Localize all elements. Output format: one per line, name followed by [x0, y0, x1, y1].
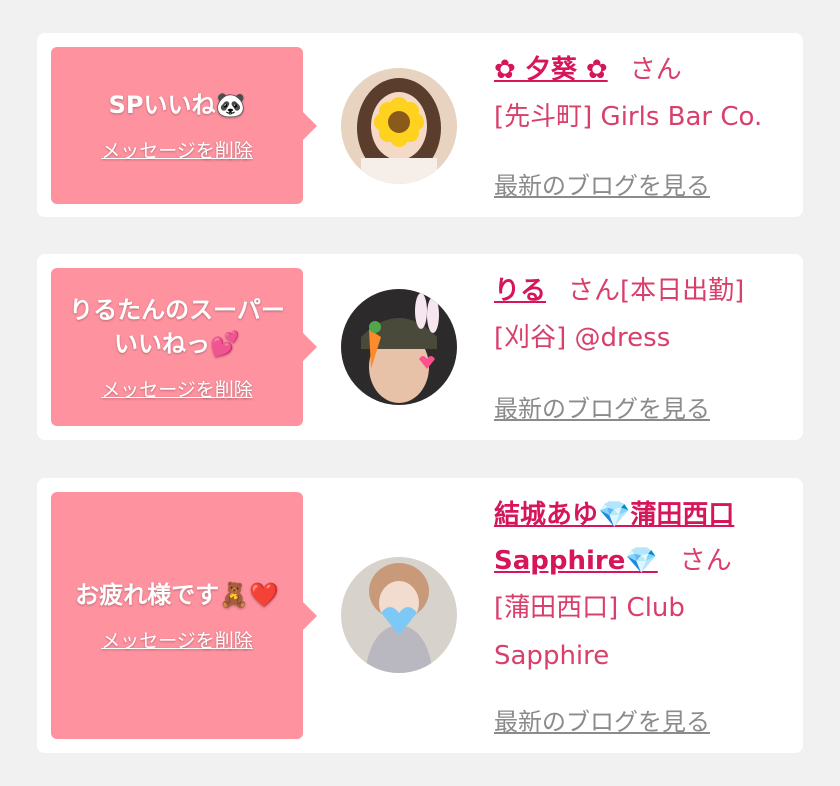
message-text: りるたんのスーパーいいねっ💕 — [69, 295, 285, 358]
latest-blog-link[interactable]: 最新のブログを見る — [494, 702, 710, 737]
message-text: お疲れ様です🧸❤️ — [75, 581, 279, 609]
message-bubble: お疲れ様です🧸❤️ メッセージを削除 — [51, 492, 317, 739]
message-card: SPいいね🐼 メッセージを削除 ✿ 夕葵 ✿ さん [先斗町] Girls Ba… — [37, 33, 803, 217]
avatar[interactable] — [341, 557, 457, 673]
sender-info: ✿ 夕葵 ✿ さん [先斗町] Girls Bar Co. — [494, 47, 794, 141]
sender-name-link[interactable]: りる — [494, 276, 546, 306]
latest-blog-link[interactable]: 最新のブログを見る — [494, 389, 710, 424]
delete-message-link[interactable]: メッセージを削除 — [101, 626, 253, 653]
avatar[interactable] — [341, 289, 457, 405]
delete-message-link[interactable]: メッセージを削除 — [101, 136, 253, 163]
message-bubble: SPいいね🐼 メッセージを削除 — [51, 47, 317, 204]
honorific: さん[本日出勤] — [568, 276, 745, 306]
shop-info: [蒲田西口] Club Sapphire — [494, 593, 685, 671]
shop-info: [刈谷] @dress — [494, 323, 671, 353]
sender-info: りる さん[本日出勤] [刈谷] @dress — [494, 268, 794, 362]
shop-info: [先斗町] Girls Bar Co. — [494, 102, 763, 132]
honorific: さん — [629, 55, 682, 85]
message-list: SPいいね🐼 メッセージを削除 ✿ 夕葵 ✿ さん [先斗町] Girls Ba… — [0, 0, 840, 786]
message-card: お疲れ様です🧸❤️ メッセージを削除 結城あゆ💎蒲田西口Sapphire💎 さん … — [37, 478, 803, 753]
sender-name-link[interactable]: ✿ 夕葵 ✿ — [494, 55, 608, 85]
avatar[interactable] — [341, 68, 457, 184]
message-card: りるたんのスーパーいいねっ💕 メッセージを削除 りる さん[本日出勤] [刈谷] … — [37, 254, 803, 440]
latest-blog-link[interactable]: 最新のブログを見る — [494, 166, 710, 201]
message-text: SPいいね🐼 — [108, 91, 246, 119]
honorific: さん — [679, 546, 732, 576]
message-bubble: りるたんのスーパーいいねっ💕 メッセージを削除 — [51, 268, 317, 426]
sender-info: 結城あゆ💎蒲田西口Sapphire💎 さん [蒲田西口] Club Sapphir… — [494, 492, 794, 680]
delete-message-link[interactable]: メッセージを削除 — [101, 375, 253, 402]
